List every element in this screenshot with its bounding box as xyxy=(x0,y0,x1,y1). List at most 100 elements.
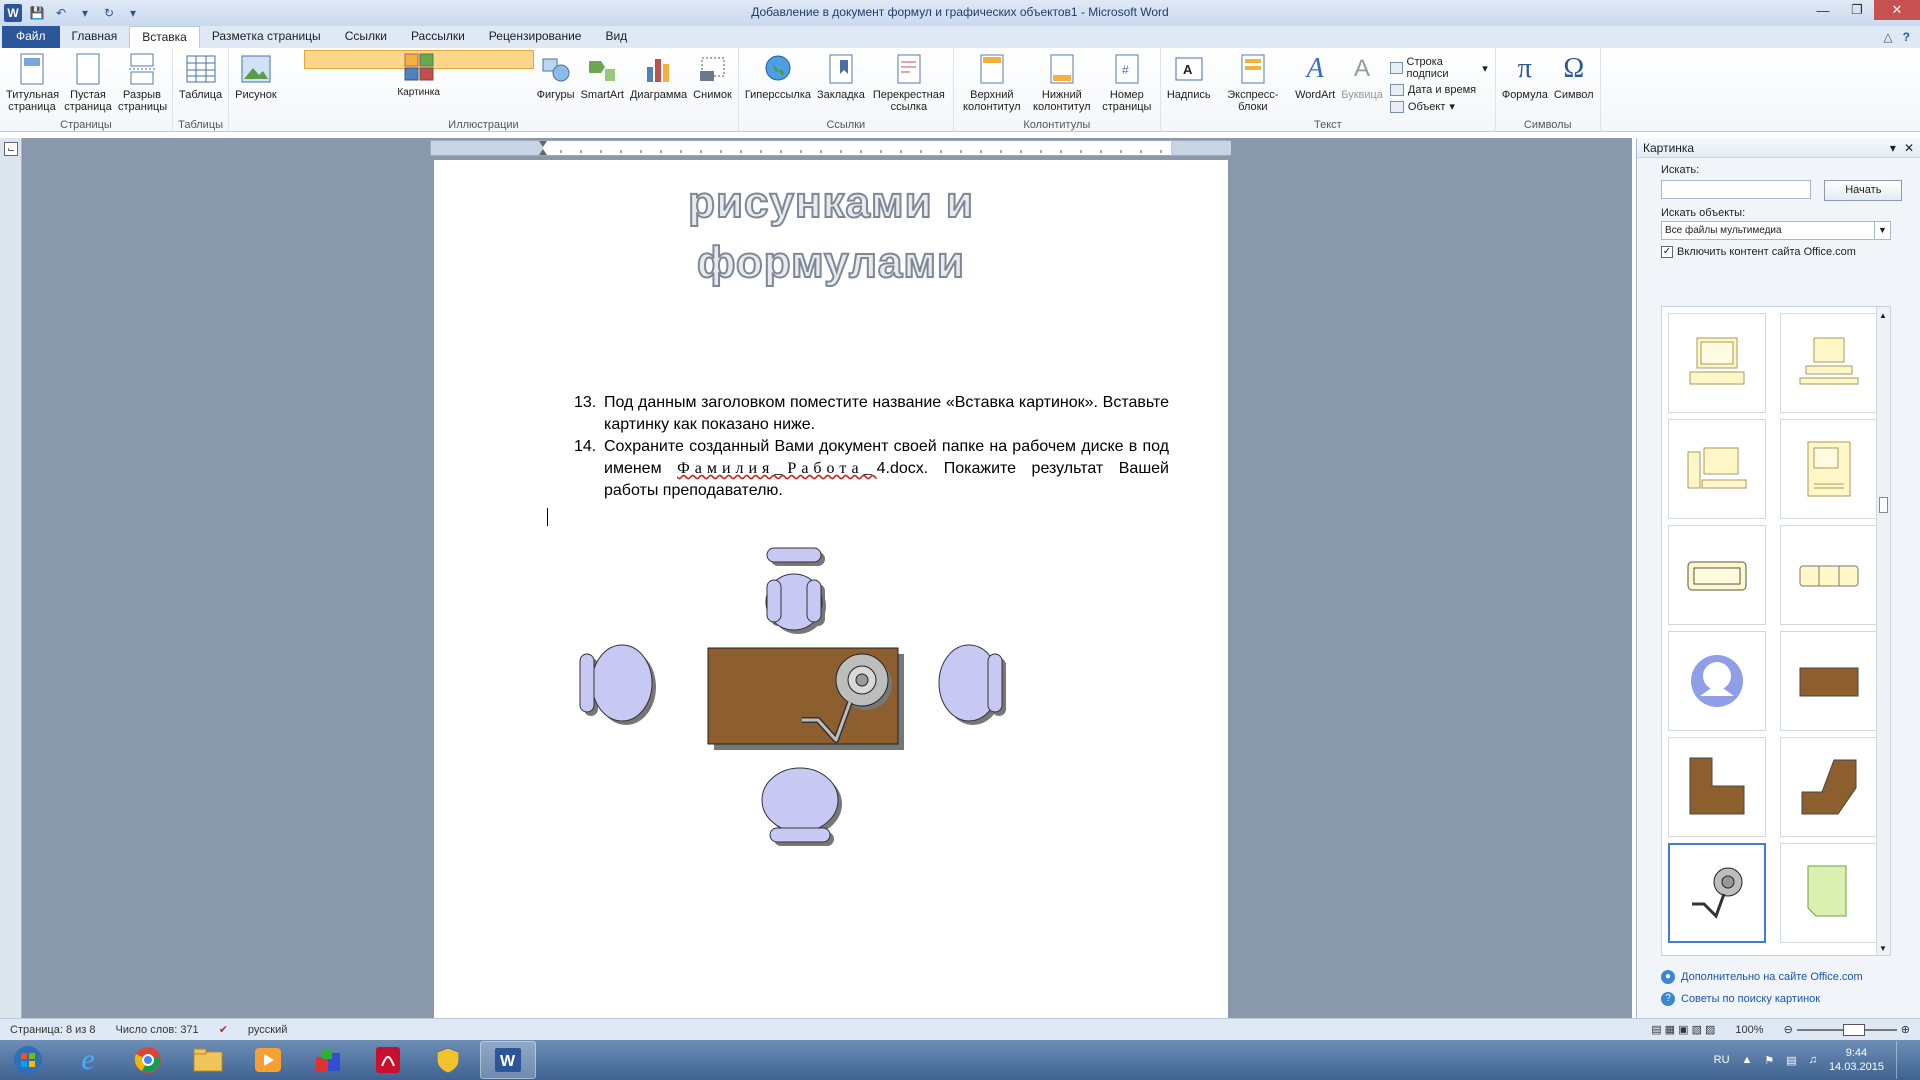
include-office-checkbox[interactable]: ✓ Включить контент сайта Office.com xyxy=(1661,246,1896,258)
dropcap-icon: A xyxy=(1354,55,1371,82)
computer-icon xyxy=(1807,441,1851,497)
group-headers: Верхний колонтитул Нижний колонтитул # Н… xyxy=(954,48,1161,132)
zoom-slider[interactable]: ⊖ ⊕ xyxy=(1774,1023,1920,1036)
chair-left xyxy=(579,644,656,725)
quick-access-toolbar: W 💾 ↶ ▾ ↻ ▾ xyxy=(0,0,142,26)
help-icon: ? xyxy=(1661,992,1675,1006)
app-icon[interactable] xyxy=(300,1041,356,1079)
acrobat-icon[interactable] xyxy=(360,1041,416,1079)
clipart-thumb-chair-round[interactable] xyxy=(1668,631,1766,731)
numbered-list: 13. Под данным заголовком поместите назв… xyxy=(574,392,1169,502)
title-bar: W 💾 ↶ ▾ ↻ ▾ Добавление в документ формул… xyxy=(0,0,1920,26)
signature-line-button[interactable]: Строка подписи ▾ xyxy=(1389,56,1488,80)
clipart-thumb-computer-2[interactable] xyxy=(1780,313,1878,413)
clipart-thumb-computer-1[interactable] xyxy=(1668,313,1766,413)
clipart-thumb-desk-l[interactable] xyxy=(1668,737,1766,837)
word-count[interactable]: Число слов: 371 xyxy=(106,1024,209,1036)
zoom-level[interactable]: 100% xyxy=(1725,1024,1773,1036)
network-icon[interactable]: ▤ xyxy=(1786,1054,1796,1067)
footer-icon xyxy=(1045,52,1079,86)
customize-qat-icon[interactable]: ▾ xyxy=(124,4,142,22)
gallery-scrollbar[interactable]: ▲ ▼ xyxy=(1876,307,1890,955)
group-links: Гиперссылка Закладка Перекрестная ссылка… xyxy=(739,48,954,132)
language-indicator[interactable]: русский xyxy=(238,1024,297,1036)
cover-page-icon xyxy=(15,52,49,86)
ie-icon[interactable]: e xyxy=(60,1041,116,1079)
object-button[interactable]: Объект ▾ xyxy=(1389,100,1488,113)
clipart-thumb-computer-3[interactable] xyxy=(1668,419,1766,519)
tab-references[interactable]: Ссылки xyxy=(333,26,399,48)
group-illustrations: Рисунок Картинка Фигуры SmartArt Диаграм… xyxy=(229,48,739,132)
media-type-select[interactable]: Все файлы мультимедиа ▼ xyxy=(1661,221,1891,240)
go-button[interactable]: Начать xyxy=(1824,180,1903,201)
volume-icon[interactable]: ♫ xyxy=(1809,1054,1817,1066)
screenshot-icon xyxy=(696,52,730,86)
clipart-thumb-paper[interactable] xyxy=(1780,843,1878,943)
tab-view[interactable]: Вид xyxy=(593,26,639,48)
close-button[interactable]: ✕ xyxy=(1874,0,1920,20)
scroll-down-icon[interactable]: ▼ xyxy=(1879,944,1887,953)
undo-icon[interactable]: ↶ xyxy=(52,4,70,22)
tab-file[interactable]: Файл xyxy=(2,26,60,48)
heading-line-1: рисунками и xyxy=(687,177,974,228)
page-count[interactable]: Страница: 8 из 8 xyxy=(0,1024,106,1036)
document-page[interactable]: рисунками и формулами 13. Под данным заг… xyxy=(434,160,1228,1018)
round-chair-icon xyxy=(1691,655,1743,707)
clipart-thumb-desk-corner[interactable] xyxy=(1780,737,1878,837)
search-input[interactable] xyxy=(1661,180,1811,199)
minimize-button[interactable]: — xyxy=(1806,0,1840,20)
pane-options-icon[interactable]: ▾ xyxy=(1890,141,1896,155)
show-desktop-button[interactable] xyxy=(1896,1041,1906,1079)
view-buttons[interactable]: ▤ ▦ ▣ ▧ ▨ xyxy=(1641,1023,1725,1036)
cross-reference-icon xyxy=(892,52,926,86)
ribbon-minimize-icon[interactable]: △ xyxy=(1883,30,1892,44)
tray-language[interactable]: RU xyxy=(1714,1054,1730,1066)
picture-icon xyxy=(239,52,273,86)
tray-chevron-icon[interactable]: ▲ xyxy=(1742,1054,1753,1066)
office-layout-drawing[interactable] xyxy=(574,530,1094,870)
help-icon[interactable]: ? xyxy=(1903,30,1910,44)
media-player-icon[interactable] xyxy=(240,1041,296,1079)
start-button[interactable] xyxy=(0,1041,56,1079)
chevron-down-icon[interactable]: ▾ xyxy=(76,4,94,22)
date-time-button[interactable]: Дата и время xyxy=(1389,84,1488,96)
object-icon xyxy=(1389,100,1404,113)
omega-icon: Ω xyxy=(1563,53,1585,84)
tab-insert[interactable]: Вставка xyxy=(129,26,200,48)
clipart-thumb-phone[interactable] xyxy=(1668,843,1766,943)
window-controls: — ❐ ✕ xyxy=(1806,0,1920,20)
text-cursor xyxy=(547,508,548,526)
close-icon[interactable]: ✕ xyxy=(1904,141,1914,155)
tab-page-layout[interactable]: Разметка страницы xyxy=(200,26,333,48)
maximize-button[interactable]: ❐ xyxy=(1840,0,1874,20)
horizontal-ruler[interactable] xyxy=(430,140,1231,156)
clipart-thumb-desk-rect[interactable] xyxy=(1780,631,1878,731)
save-icon[interactable]: 💾 xyxy=(28,4,46,22)
clipart-button[interactable]: Картинка xyxy=(303,50,534,98)
shield-icon[interactable] xyxy=(420,1041,476,1079)
search-tips-link[interactable]: ? Советы по поиску картинок xyxy=(1661,988,1863,1010)
tab-selector-icon[interactable]: ⌙ xyxy=(4,142,18,156)
tab-review[interactable]: Рецензирование xyxy=(477,26,594,48)
tab-home[interactable]: Главная xyxy=(60,26,130,48)
scroll-thumb[interactable] xyxy=(1879,497,1888,513)
clipart-thumb-sofa-2[interactable] xyxy=(1780,525,1878,625)
computer-icon xyxy=(1687,447,1747,489)
shapes-icon xyxy=(539,52,573,86)
chevron-down-icon: ▾ xyxy=(1482,62,1488,75)
word-logo-icon[interactable]: W xyxy=(4,4,22,22)
flag-icon[interactable]: ⚑ xyxy=(1764,1054,1774,1067)
clipart-thumb-sofa-1[interactable] xyxy=(1668,525,1766,625)
scroll-up-icon[interactable]: ▲ xyxy=(1879,311,1887,320)
chrome-icon[interactable] xyxy=(120,1041,176,1079)
tray-clock[interactable]: 9:44 14.03.2015 xyxy=(1829,1046,1884,1074)
more-office-link[interactable]: ● Дополнительно на сайте Office.com xyxy=(1661,966,1863,988)
word-taskbar-icon[interactable]: W xyxy=(480,1041,536,1079)
folder-icon[interactable] xyxy=(180,1041,236,1079)
tab-mailings[interactable]: Рассылки xyxy=(399,26,477,48)
chair-right xyxy=(938,644,1006,725)
clipart-thumb-computer-4[interactable] xyxy=(1780,419,1878,519)
redo-icon[interactable]: ↻ xyxy=(100,4,118,22)
proofing-icon[interactable]: ✔ xyxy=(209,1023,238,1036)
windows-taskbar: e W RU ▲ ⚑ ▤ ♫ 9:44 14.03.2015 xyxy=(0,1040,1920,1080)
